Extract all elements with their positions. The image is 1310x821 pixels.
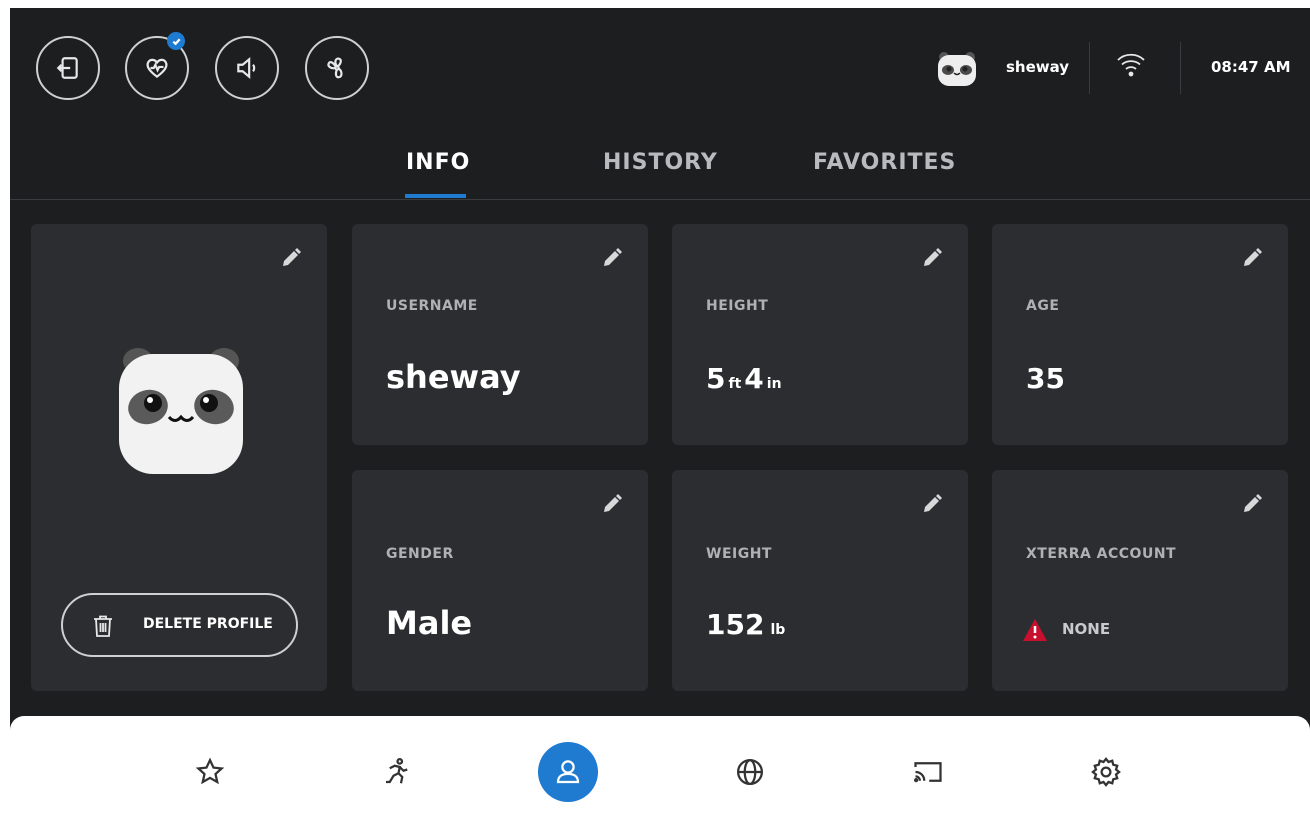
gear-icon <box>1091 757 1121 787</box>
fan-button[interactable] <box>305 36 369 100</box>
top-username: sheway <box>1006 58 1070 76</box>
height-feet: 5 <box>706 362 726 395</box>
xterra-value: NONE <box>1062 620 1111 638</box>
tab-info[interactable]: INFO <box>406 150 470 175</box>
age-value: 35 <box>1026 362 1065 395</box>
height-card[interactable]: HEIGHT 5 ft 4 in <box>672 224 968 445</box>
heart-rate-button[interactable] <box>125 32 189 100</box>
nav-cast[interactable] <box>898 742 958 802</box>
user-icon <box>556 760 580 784</box>
globe-icon <box>737 759 763 785</box>
pencil-icon[interactable] <box>600 492 624 516</box>
check-badge-icon <box>167 32 185 50</box>
nav-web[interactable] <box>720 742 780 802</box>
height-label: HEIGHT <box>706 298 769 314</box>
star-icon <box>195 757 225 785</box>
age-label: AGE <box>1026 298 1060 314</box>
exit-icon <box>56 57 78 79</box>
delete-profile-label: DELETE PROFILE <box>143 616 273 632</box>
divider <box>1089 42 1090 94</box>
pencil-icon[interactable] <box>920 492 944 516</box>
tab-history[interactable]: HISTORY <box>603 150 718 175</box>
trash-icon <box>94 615 112 637</box>
height-inches: 4 <box>744 362 764 395</box>
pencil-icon[interactable] <box>600 246 624 270</box>
divider <box>1180 42 1181 94</box>
bottom-nav <box>10 716 1310 821</box>
user-avatar-small[interactable] <box>934 48 980 88</box>
height-feet-unit: ft <box>728 376 742 392</box>
weight-unit: lb <box>770 622 786 638</box>
exit-button[interactable] <box>36 36 100 100</box>
active-tab-indicator <box>405 194 466 198</box>
pencil-icon[interactable] <box>920 246 944 270</box>
top-bar: sheway 08:47 AM <box>10 8 1310 128</box>
clock: 08:47 AM <box>1211 58 1291 76</box>
pencil-icon[interactable] <box>1240 492 1264 516</box>
username-value: sheway <box>386 358 521 396</box>
wifi-icon[interactable] <box>1116 51 1146 79</box>
nav-profile[interactable] <box>538 742 598 802</box>
fan-icon <box>327 57 343 79</box>
age-card[interactable]: AGE 35 <box>992 224 1288 445</box>
tab-favorites[interactable]: FAVORITES <box>813 150 956 175</box>
username-label: USERNAME <box>386 298 478 314</box>
gender-card[interactable]: GENDER Male <box>352 470 648 691</box>
nav-settings[interactable] <box>1076 742 1136 802</box>
xterra-label: XTERRA ACCOUNT <box>1026 546 1177 562</box>
xterra-account-card[interactable]: XTERRA ACCOUNT NONE <box>992 470 1288 691</box>
profile-card: DELETE PROFILE <box>31 224 327 691</box>
cast-icon <box>914 762 942 783</box>
height-inches-unit: in <box>766 376 782 392</box>
heart-rate-icon <box>146 58 168 79</box>
tab-bar: INFO HISTORY FAVORITES <box>10 128 1310 200</box>
nav-workouts[interactable] <box>366 742 426 802</box>
gender-value: Male <box>386 604 473 642</box>
username-card[interactable]: USERNAME sheway <box>352 224 648 445</box>
running-icon <box>386 758 408 784</box>
speaker-icon <box>237 57 256 79</box>
app-screen: sheway 08:47 AM INFO HISTORY FAVORITES D… <box>10 8 1310 821</box>
weight-value: 152 lb <box>706 608 785 641</box>
gender-label: GENDER <box>386 546 454 562</box>
panda-avatar <box>111 339 251 479</box>
weight-label: WEIGHT <box>706 546 772 562</box>
pencil-icon[interactable] <box>1240 246 1264 270</box>
delete-profile-button[interactable]: DELETE PROFILE <box>61 593 298 657</box>
weight-card[interactable]: WEIGHT 152 lb <box>672 470 968 691</box>
volume-button[interactable] <box>215 36 279 100</box>
height-value: 5 ft 4 in <box>706 362 782 395</box>
nav-favorites[interactable] <box>180 742 240 802</box>
weight-number: 152 <box>706 608 765 641</box>
pencil-icon[interactable] <box>279 246 303 270</box>
warning-icon <box>1023 619 1047 641</box>
